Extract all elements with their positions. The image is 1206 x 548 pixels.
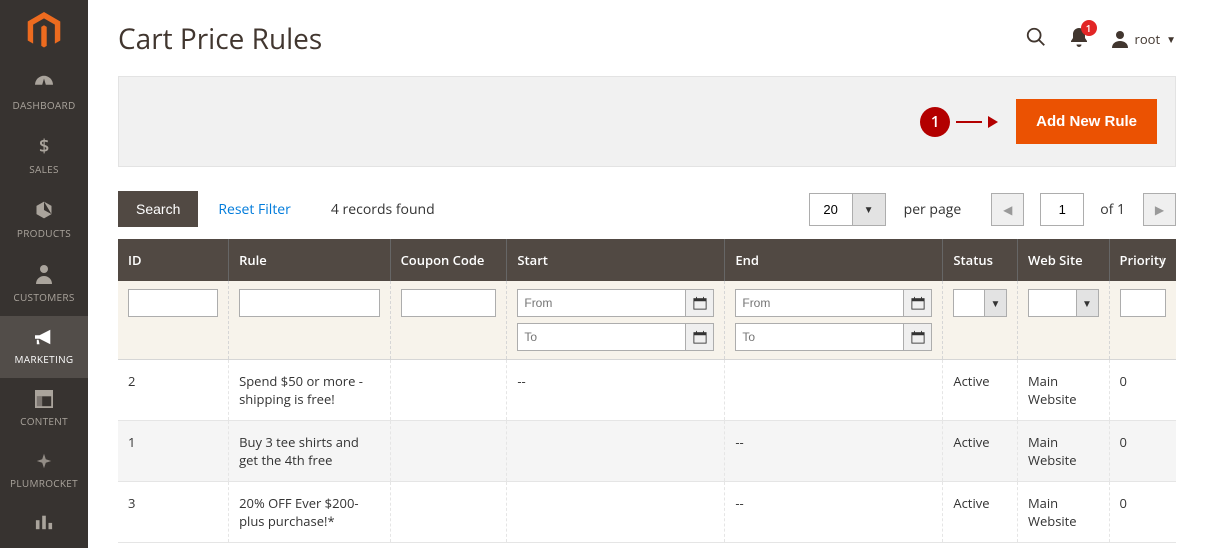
- col-header-coupon[interactable]: Coupon Code: [390, 239, 507, 281]
- search-button[interactable]: [1025, 26, 1047, 52]
- per-page-dropdown[interactable]: ▼: [853, 193, 886, 226]
- filter-id-input[interactable]: [128, 289, 218, 317]
- main-content: Cart Price Rules 1 root ▼ 1 Add New Rule: [88, 0, 1206, 548]
- bars-icon: [35, 514, 53, 530]
- filter-end-from[interactable]: [735, 289, 904, 317]
- table-row[interactable]: 3 20% OFF Ever $200-plus purchase!* -- A…: [118, 482, 1176, 543]
- filter-priority-input[interactable]: [1120, 289, 1167, 317]
- prev-page-button[interactable]: ◀: [991, 193, 1024, 226]
- sort-arrow-icon: ↓: [1160, 252, 1166, 269]
- filter-start-to[interactable]: [517, 323, 686, 351]
- chevron-down-icon: ▼: [984, 290, 1006, 316]
- user-icon: [1111, 30, 1129, 48]
- notifications-button[interactable]: 1: [1069, 26, 1089, 52]
- per-page-select[interactable]: ▼: [809, 193, 886, 226]
- col-header-status[interactable]: Status: [943, 239, 1018, 281]
- username: root: [1135, 30, 1161, 48]
- reset-filter-link[interactable]: Reset Filter: [218, 200, 291, 219]
- magento-logo-icon: [27, 12, 61, 50]
- page-header: Cart Price Rules 1 root ▼: [118, 20, 1176, 58]
- header-actions: 1 root ▼: [1025, 26, 1177, 52]
- add-new-rule-button[interactable]: Add New Rule: [1016, 99, 1157, 144]
- page-input[interactable]: [1040, 193, 1084, 226]
- table-row[interactable]: 1 Buy 3 tee shirts and get the 4th free …: [118, 421, 1176, 482]
- calendar-icon[interactable]: [686, 323, 714, 351]
- col-header-rule[interactable]: Rule: [229, 239, 390, 281]
- account-menu[interactable]: root ▼: [1111, 30, 1177, 48]
- records-found-label: 4 records found: [331, 200, 435, 219]
- nav-marketing[interactable]: MARKETING: [0, 316, 88, 378]
- nav-content[interactable]: CONTENT: [0, 378, 88, 440]
- notification-badge: 1: [1081, 20, 1097, 36]
- table-row[interactable]: 2 Spend $50 or more - shipping is free! …: [118, 360, 1176, 421]
- box-icon: [34, 200, 54, 220]
- person-icon: [36, 264, 52, 284]
- megaphone-icon: [33, 328, 55, 346]
- search-icon: [1025, 26, 1047, 48]
- admin-sidebar: DASHBOARD $ SALES PRODUCTS CUSTOMERS MAR…: [0, 0, 88, 548]
- page-title: Cart Price Rules: [118, 20, 322, 58]
- per-page-label: per page: [904, 200, 962, 219]
- col-header-web[interactable]: Web Site: [1017, 239, 1109, 281]
- next-page-button[interactable]: ▶: [1143, 193, 1176, 226]
- col-header-start[interactable]: Start: [507, 239, 725, 281]
- col-header-id[interactable]: ID: [118, 239, 229, 281]
- filter-website-select[interactable]: ▼: [1028, 289, 1099, 317]
- layout-icon: [35, 390, 53, 408]
- magento-logo[interactable]: [0, 0, 88, 62]
- dollar-icon: $: [37, 136, 51, 156]
- nav-plumrocket[interactable]: PLUMROCKET: [0, 440, 88, 502]
- page-of-label: of 1: [1100, 200, 1125, 219]
- callout-annotation: 1: [920, 107, 998, 137]
- filter-rule-input[interactable]: [239, 289, 379, 317]
- nav-sales[interactable]: $ SALES: [0, 124, 88, 188]
- chevron-down-icon: ▼: [1076, 290, 1098, 316]
- callout-number: 1: [920, 107, 950, 137]
- chevron-down-icon: ▼: [1166, 32, 1176, 46]
- nav-dashboard[interactable]: DASHBOARD: [0, 62, 88, 124]
- dashboard-icon: [33, 74, 55, 92]
- rules-table: ID Rule Coupon Code Start End Status Web…: [118, 239, 1176, 543]
- nav-products[interactable]: PRODUCTS: [0, 188, 88, 252]
- per-page-input[interactable]: [809, 193, 853, 226]
- svg-text:$: $: [39, 136, 50, 156]
- calendar-icon[interactable]: [686, 289, 714, 317]
- plumrocket-icon: [35, 452, 53, 470]
- search-button-grid[interactable]: Search: [118, 191, 198, 227]
- calendar-icon[interactable]: [904, 323, 932, 351]
- col-header-priority[interactable]: Priority↓: [1109, 239, 1176, 281]
- filter-row: ▼ ▼: [118, 281, 1176, 360]
- filter-start-from[interactable]: [517, 289, 686, 317]
- action-bar: 1 Add New Rule: [118, 76, 1176, 167]
- col-header-end[interactable]: End: [725, 239, 943, 281]
- filter-end-to[interactable]: [735, 323, 904, 351]
- filter-coupon-input[interactable]: [401, 289, 497, 317]
- arrow-right-icon: [988, 116, 998, 128]
- filter-status-select[interactable]: ▼: [953, 289, 1007, 317]
- nav-reports[interactable]: [0, 502, 88, 548]
- calendar-icon[interactable]: [904, 289, 932, 317]
- nav-customers[interactable]: CUSTOMERS: [0, 252, 88, 316]
- grid-controls: Search Reset Filter 4 records found ▼ pe…: [118, 191, 1176, 227]
